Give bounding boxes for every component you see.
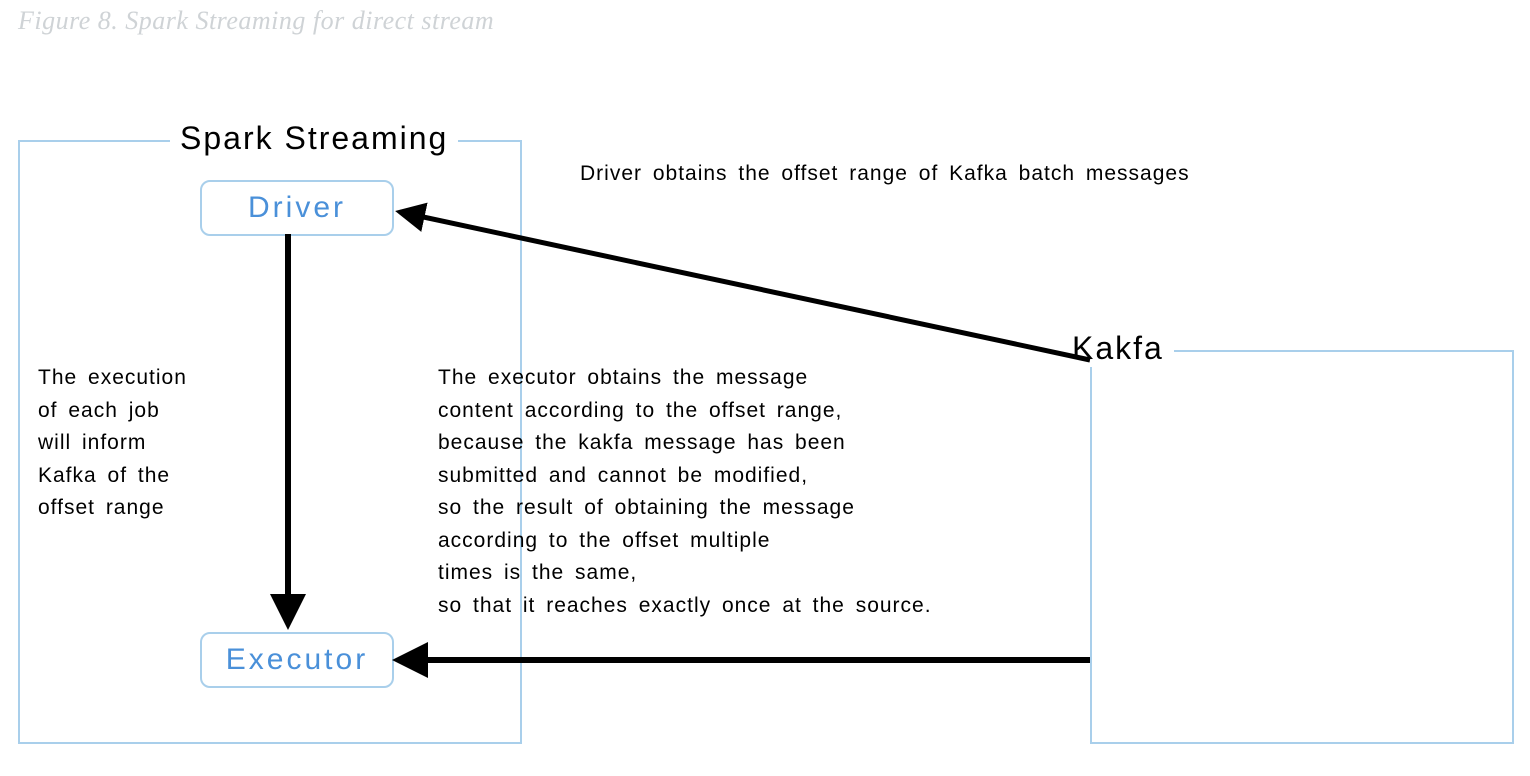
diagram-canvas: Figure 8. Spark Streaming for direct str… [0, 0, 1530, 776]
kafka-panel-title: Kakfa [1062, 330, 1174, 367]
kafka-panel: Kakfa [1090, 350, 1514, 744]
spark-panel-title: Spark Streaming [170, 120, 458, 157]
label-job-inform: The execution of each job will inform Ka… [38, 362, 218, 525]
executor-node: Executor [200, 632, 394, 688]
label-executor-message: The executor obtains the message content… [438, 362, 1078, 622]
label-driver-offset: Driver obtains the offset range of Kafka… [580, 158, 1190, 191]
figure-caption: Figure 8. Spark Streaming for direct str… [18, 6, 494, 36]
driver-node: Driver [200, 180, 394, 236]
